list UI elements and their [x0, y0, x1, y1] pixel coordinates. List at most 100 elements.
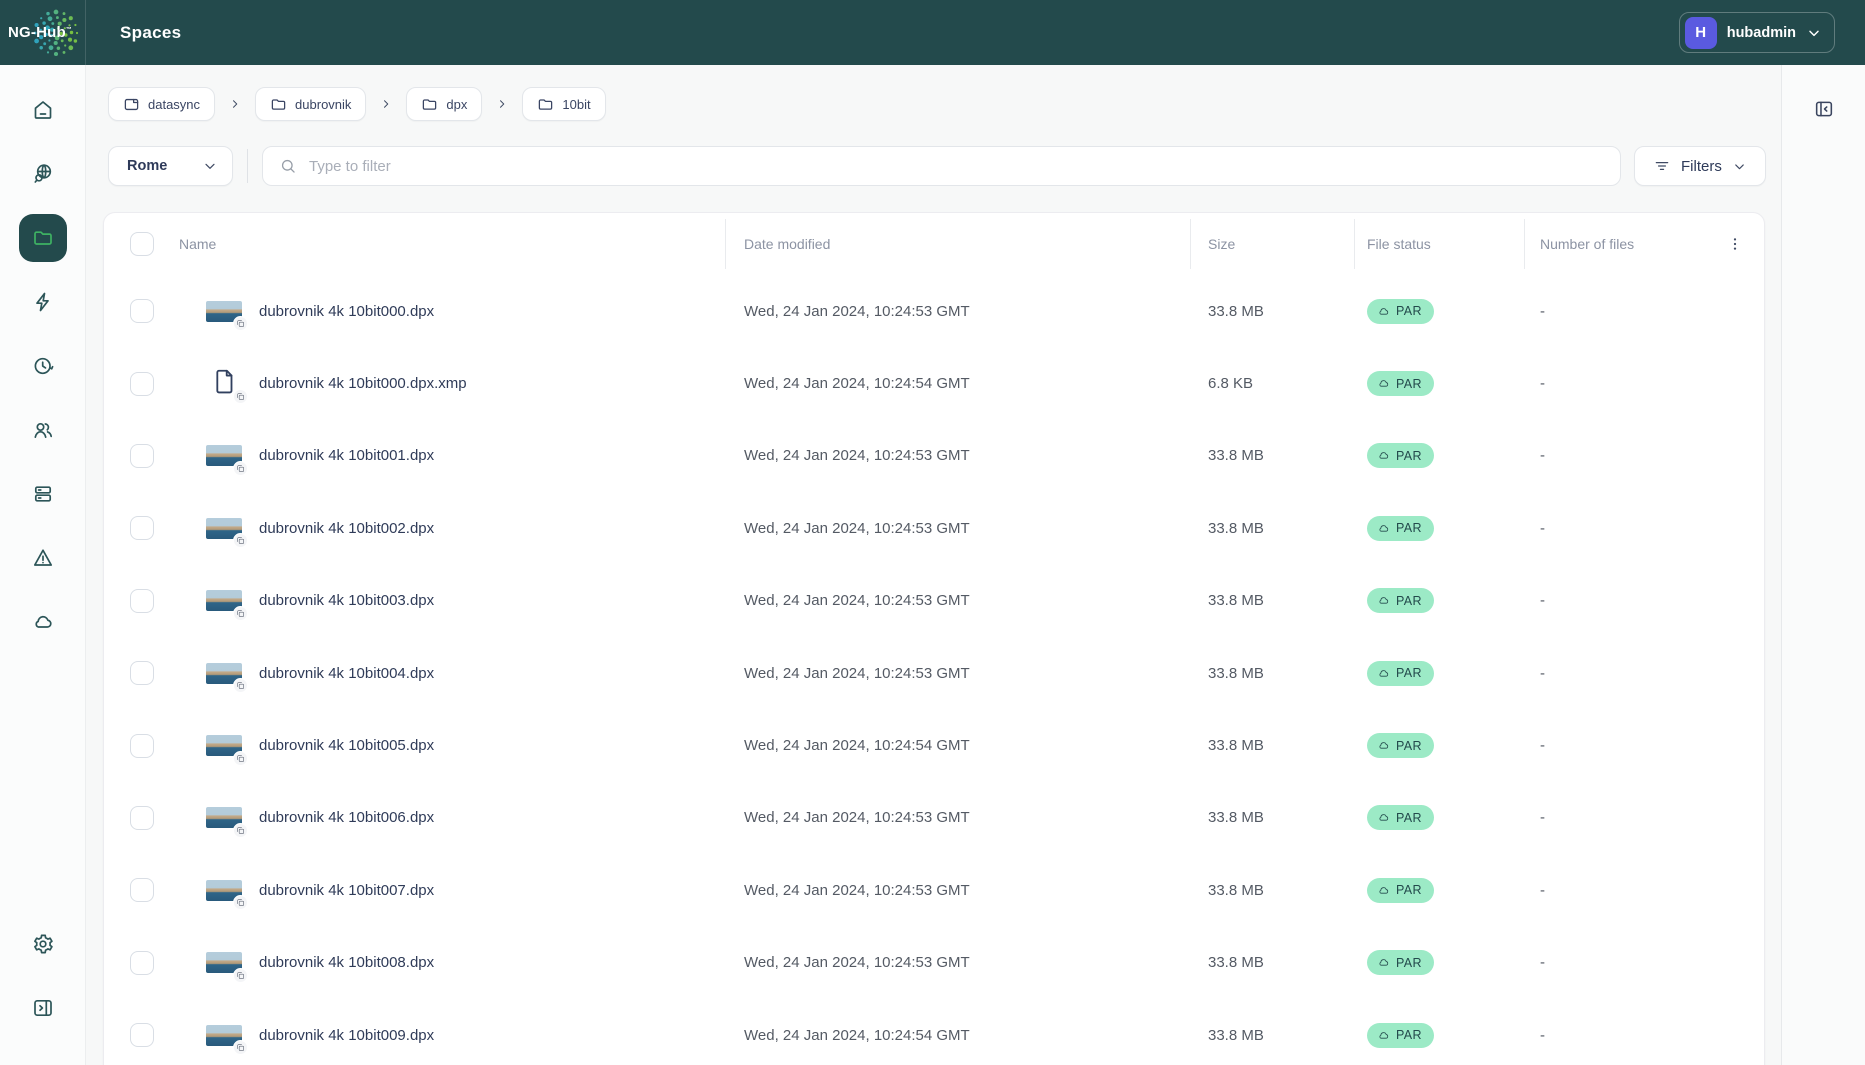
column-header-file-status[interactable]: File status — [1354, 213, 1524, 275]
row-checkbox[interactable] — [130, 371, 154, 396]
date-modified-cell: Wed, 24 Jan 2024, 10:24:53 GMT — [744, 881, 970, 899]
chevron-right-icon — [233, 100, 238, 108]
sidebar-item-servers[interactable] — [11, 462, 75, 526]
number-of-files-cell: - — [1540, 954, 1545, 972]
row-checkbox[interactable] — [130, 299, 154, 324]
toolbar-divider — [247, 149, 248, 183]
size-cell: 33.8 MB — [1208, 519, 1264, 537]
status-badge: PAR — [1367, 298, 1434, 324]
status-badge: PAR — [1367, 588, 1434, 614]
file-status-cell: PAR — [1354, 733, 1524, 759]
sidebar-item-activity[interactable] — [11, 270, 75, 334]
row-checkbox-cell — [104, 950, 179, 975]
table-body: dubrovnik 4k 10bit000.dpx Wed, 24 Jan 20… — [104, 275, 1764, 1065]
file-icon-box — [206, 660, 248, 694]
filters-label: Filters — [1681, 157, 1722, 175]
sidebar-collapse-toggle[interactable] — [11, 976, 75, 1040]
folder-icon — [271, 98, 286, 110]
server-stack-icon — [34, 486, 51, 502]
date-modified-cell: Wed, 24 Jan 2024, 10:24:54 GMT — [744, 737, 970, 755]
filters-button[interactable]: Filters — [1634, 146, 1766, 186]
chevron-right-icon — [384, 100, 389, 108]
number-of-files-cell: - — [1540, 664, 1545, 682]
table-row[interactable]: dubrovnik 4k 10bit006.dpx Wed, 24 Jan 20… — [104, 782, 1764, 854]
sidebar-item-settings[interactable] — [11, 912, 75, 976]
select-all-checkbox[interactable] — [130, 232, 154, 256]
sidebar-item-spaces[interactable] — [11, 206, 75, 270]
table-row[interactable]: dubrovnik 4k 10bit003.dpx Wed, 24 Jan 20… — [104, 565, 1764, 637]
row-checkbox[interactable] — [130, 805, 154, 830]
versions-badge-icon — [233, 388, 248, 404]
status-badge: PAR — [1367, 950, 1434, 976]
cloud-status-icon — [1379, 959, 1389, 966]
file-name-cell: dubrovnik 4k 10bit003.dpx — [179, 588, 725, 621]
row-checkbox[interactable] — [130, 443, 154, 468]
status-label: PAR — [1396, 376, 1422, 391]
number-of-files-cell: - — [1540, 1026, 1545, 1044]
date-modified-cell: Wed, 24 Jan 2024, 10:24:53 GMT — [744, 664, 970, 682]
table-row[interactable]: dubrovnik 4k 10bit009.dpx Wed, 24 Jan 20… — [104, 999, 1764, 1065]
app-logo[interactable]: NG-Hub™ — [0, 0, 86, 65]
table-row[interactable]: dubrovnik 4k 10bit007.dpx Wed, 24 Jan 20… — [104, 854, 1764, 926]
sidebar-item-alerts[interactable] — [11, 526, 75, 590]
location-value: Rome — [127, 158, 168, 174]
row-checkbox[interactable] — [130, 733, 154, 758]
sidebar-item-discover[interactable] — [11, 142, 75, 206]
breadcrumb-item-dubrovnik[interactable]: dubrovnik — [255, 87, 367, 121]
row-checkbox[interactable] — [130, 950, 154, 975]
table-options-button[interactable] — [1704, 213, 1766, 275]
table-row[interactable]: dubrovnik 4k 10bit001.dpx Wed, 24 Jan 20… — [104, 420, 1764, 492]
sidebar-item-users[interactable] — [11, 398, 75, 462]
table-row[interactable]: dubrovnik 4k 10bit002.dpx Wed, 24 Jan 20… — [104, 492, 1764, 564]
top-bar: NG-Hub™ Spaces H hubadmin — [0, 0, 1865, 65]
sidebar-item-history[interactable] — [11, 334, 75, 398]
file-name: dubrovnik 4k 10bit003.dpx — [259, 592, 435, 610]
column-header-size[interactable]: Size — [1190, 213, 1354, 275]
number-of-files-cell: - — [1540, 375, 1545, 393]
lightning-icon — [35, 292, 49, 312]
status-label: PAR — [1396, 1028, 1422, 1043]
breadcrumb-item-10bit[interactable]: 10bit — [522, 87, 606, 121]
status-badge: PAR — [1367, 660, 1434, 686]
file-status-cell: PAR — [1354, 950, 1524, 976]
file-name-cell: dubrovnik 4k 10bit005.dpx — [179, 733, 725, 766]
row-checkbox-cell — [104, 1023, 179, 1048]
column-header-date-modified[interactable]: Date modified — [725, 213, 1190, 275]
cloud-status-icon — [1379, 307, 1389, 315]
breadcrumb-separator — [491, 98, 513, 110]
file-status-cell: PAR — [1354, 588, 1524, 614]
file-icon-box — [206, 298, 248, 332]
file-name-cell: dubrovnik 4k 10bit000.dpx.xmp — [179, 369, 725, 404]
breadcrumb-item-datasync[interactable]: datasync — [108, 87, 216, 121]
row-checkbox[interactable] — [130, 1023, 154, 1048]
table-row[interactable]: dubrovnik 4k 10bit008.dpx Wed, 24 Jan 20… — [104, 927, 1764, 999]
cloud-status-icon — [1379, 452, 1389, 460]
column-header-number-of-files[interactable]: Number of files — [1524, 213, 1704, 275]
table-row[interactable]: dubrovnik 4k 10bit005.dpx Wed, 24 Jan 20… — [104, 709, 1764, 781]
row-checkbox[interactable] — [130, 878, 154, 903]
search-input[interactable] — [309, 157, 1604, 175]
location-selector[interactable]: Rome — [108, 146, 233, 186]
date-modified-cell: Wed, 24 Jan 2024, 10:24:54 GMT — [744, 1026, 970, 1044]
table-row[interactable]: dubrovnik 4k 10bit004.dpx Wed, 24 Jan 20… — [104, 637, 1764, 709]
row-checkbox[interactable] — [130, 516, 154, 541]
user-menu[interactable]: H hubadmin — [1678, 12, 1835, 53]
status-badge: PAR — [1367, 371, 1434, 397]
file-icon-box — [206, 443, 248, 476]
number-of-files-cell: - — [1540, 519, 1545, 537]
logo-trademark: ™ — [65, 27, 73, 33]
sidebar-item-home[interactable] — [11, 78, 75, 142]
file-name: dubrovnik 4k 10bit008.dpx — [259, 954, 435, 972]
row-checkbox[interactable] — [130, 661, 154, 686]
details-panel-toggle[interactable] — [1813, 98, 1835, 125]
row-checkbox-cell — [104, 805, 179, 830]
row-checkbox[interactable] — [130, 588, 154, 613]
column-header-name[interactable]: Name — [179, 213, 725, 275]
table-row[interactable]: dubrovnik 4k 10bit000.dpx.xmp Wed, 24 Ja… — [104, 347, 1764, 419]
sidebar-item-cloud[interactable] — [11, 590, 75, 654]
file-name: dubrovnik 4k 10bit006.dpx — [259, 809, 435, 827]
breadcrumb-item-dpx[interactable]: dpx — [406, 87, 483, 121]
panel-expand-icon — [34, 999, 52, 1017]
table-row[interactable]: dubrovnik 4k 10bit000.dpx Wed, 24 Jan 20… — [104, 275, 1764, 347]
status-badge: PAR — [1367, 1022, 1434, 1048]
